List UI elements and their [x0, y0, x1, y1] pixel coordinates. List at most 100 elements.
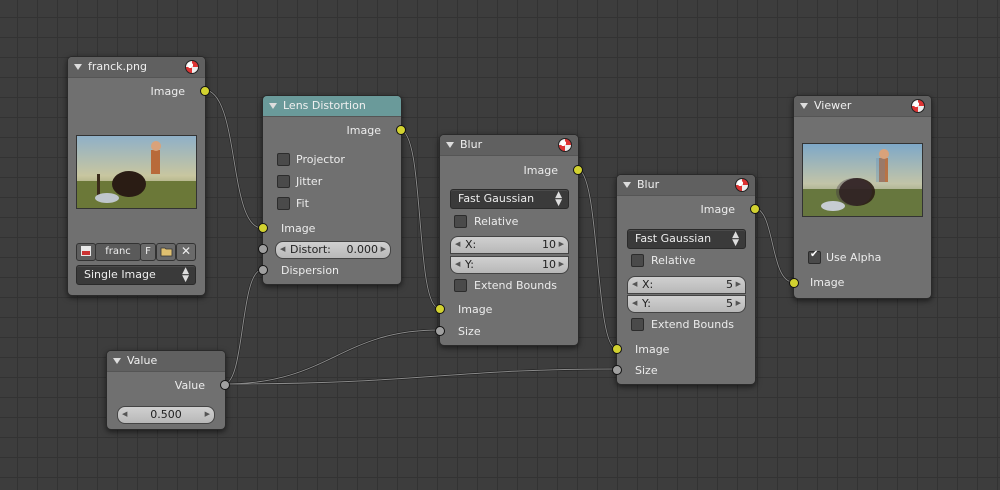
- blur-node-1[interactable]: Blur Image Fast Gaussian ▲ ▼ Relative ◀ X…: [435, 134, 583, 346]
- blur2-output-label: Image: [700, 203, 735, 216]
- value-field[interactable]: ◀ 0.500 ▶: [117, 406, 215, 424]
- blur2-node-title: Blur: [637, 178, 660, 191]
- lens-distortion-node[interactable]: Lens Distortion Image Projector Jitter F…: [258, 95, 406, 285]
- blur2-filter-dropdown[interactable]: Fast Gaussian ▲ ▼: [627, 229, 746, 249]
- image-node-header[interactable]: franck.png: [68, 57, 205, 78]
- increment-arrow-icon[interactable]: ▶: [736, 299, 741, 307]
- blur2-y-label: Y:: [642, 297, 651, 310]
- link-lens-to-blur1: [399, 128, 440, 310]
- increment-arrow-icon[interactable]: ▶: [205, 410, 210, 418]
- value-node[interactable]: Value Value ◀ 0.500 ▶: [106, 350, 230, 430]
- viewer-node[interactable]: Viewer Use Alpha Image: [789, 95, 932, 299]
- blur1-y-label: Y:: [465, 258, 474, 271]
- decrement-arrow-icon[interactable]: ◀: [455, 260, 460, 268]
- lens-output-label: Image: [346, 124, 381, 137]
- decrement-arrow-icon[interactable]: ◀: [455, 240, 460, 248]
- collapse-triangle-icon[interactable]: [113, 358, 121, 364]
- fake-user-button[interactable]: F: [140, 243, 156, 261]
- fit-checkbox[interactable]: [277, 197, 290, 210]
- blur1-image-input-socket[interactable]: [435, 304, 445, 314]
- increment-arrow-icon[interactable]: ▶: [736, 280, 741, 288]
- blur2-output-socket[interactable]: [750, 204, 760, 214]
- blur2-node-header[interactable]: Blur: [617, 175, 755, 196]
- blur1-x-field[interactable]: ◀ X: 10 ▶: [450, 236, 569, 254]
- image-node[interactable]: franck.png Image franc F ✕ Single Image …: [67, 56, 210, 296]
- increment-arrow-icon[interactable]: ▶: [381, 245, 386, 253]
- value-node-header[interactable]: Value: [107, 351, 225, 372]
- image-filename-field[interactable]: franc: [95, 243, 141, 261]
- link-value-to-blur2-size: [223, 367, 617, 386]
- value-number: 0.500: [150, 408, 182, 421]
- image-preview-thumbnail: [76, 135, 197, 209]
- preview-toggle-icon[interactable]: [558, 138, 572, 152]
- distort-label: Distort:: [290, 243, 331, 256]
- open-image-button[interactable]: [156, 243, 176, 261]
- blur2-x-field[interactable]: ◀ X: 5 ▶: [627, 276, 746, 294]
- collapse-triangle-icon[interactable]: [446, 142, 454, 148]
- preview-toggle-icon[interactable]: [185, 60, 199, 74]
- image-browse-icon[interactable]: [76, 243, 96, 261]
- unlink-image-button[interactable]: ✕: [176, 243, 196, 261]
- blur1-relative-checkbox[interactable]: [454, 215, 467, 228]
- blur1-extend-bounds-checkbox[interactable]: [454, 279, 467, 292]
- increment-arrow-icon[interactable]: ▶: [559, 260, 564, 268]
- projector-checkbox[interactable]: [277, 153, 290, 166]
- folder-icon: [160, 247, 172, 257]
- blur1-image-input-label: Image: [458, 303, 493, 316]
- lens-node-header[interactable]: Lens Distortion: [263, 96, 401, 117]
- collapse-triangle-icon[interactable]: [74, 64, 82, 70]
- blur1-size-label: Size: [458, 325, 481, 338]
- blur1-filter-dropdown[interactable]: Fast Gaussian ▲ ▼: [450, 189, 569, 209]
- blur2-relative-checkbox[interactable]: [631, 254, 644, 267]
- blur2-size-input-socket[interactable]: [612, 365, 622, 375]
- blur2-image-input-socket[interactable]: [612, 344, 622, 354]
- viewer-image-input-socket[interactable]: [789, 278, 799, 288]
- blur1-y-field[interactable]: ◀ Y: 10 ▶: [450, 256, 569, 274]
- jitter-label: Jitter: [296, 175, 323, 188]
- updown-arrow-icon: ▲ ▼: [732, 230, 739, 248]
- distort-input-socket[interactable]: [258, 244, 268, 254]
- jitter-checkbox[interactable]: [277, 175, 290, 188]
- dispersion-input-socket[interactable]: [258, 265, 268, 275]
- blur-node-2[interactable]: Blur Image Fast Gaussian ▲ ▼ Relative ◀ X…: [612, 174, 760, 385]
- lens-node-title: Lens Distortion: [283, 99, 366, 112]
- image-output-label: Image: [150, 85, 185, 98]
- blur1-node-header[interactable]: Blur: [440, 135, 578, 156]
- distort-field[interactable]: ◀ Distort: 0.000 ▶: [275, 241, 391, 259]
- blur1-extend-bounds-label: Extend Bounds: [474, 279, 557, 292]
- projector-label: Projector: [296, 153, 345, 166]
- fit-label: Fit: [296, 197, 309, 210]
- blur1-output-socket[interactable]: [573, 165, 583, 175]
- blur2-extend-bounds-checkbox[interactable]: [631, 318, 644, 331]
- blur1-x-value: 10: [542, 238, 556, 251]
- image-source-dropdown[interactable]: Single Image ▲ ▼: [76, 265, 196, 285]
- decrement-arrow-icon[interactable]: ◀: [632, 280, 637, 288]
- blur2-y-field[interactable]: ◀ Y: 5 ▶: [627, 295, 746, 313]
- viewer-node-header[interactable]: Viewer: [794, 96, 931, 117]
- value-output-socket[interactable]: [220, 380, 230, 390]
- blur2-filter-value: Fast Gaussian: [635, 232, 712, 245]
- blur1-relative-label: Relative: [474, 215, 519, 228]
- lens-output-socket[interactable]: [396, 125, 406, 135]
- lens-image-input-socket[interactable]: [258, 223, 268, 233]
- decrement-arrow-icon[interactable]: ◀: [280, 245, 285, 253]
- blur2-image-input-label: Image: [635, 343, 670, 356]
- blur2-y-value: 5: [726, 297, 733, 310]
- preview-toggle-icon[interactable]: [735, 178, 749, 192]
- blur1-output-label: Image: [523, 164, 558, 177]
- link-value-to-dispersion: [223, 268, 263, 386]
- collapse-triangle-icon[interactable]: [623, 182, 631, 188]
- value-output-label: Value: [174, 379, 205, 392]
- fake-user-label: F: [145, 246, 151, 257]
- collapse-triangle-icon[interactable]: [800, 103, 808, 109]
- decrement-arrow-icon[interactable]: ◀: [632, 299, 637, 307]
- lens-image-input-label: Image: [281, 222, 316, 235]
- use-alpha-checkbox[interactable]: [808, 249, 821, 264]
- increment-arrow-icon[interactable]: ▶: [559, 240, 564, 248]
- image-output-socket[interactable]: [200, 86, 210, 96]
- image-source-value: Single Image: [84, 268, 156, 281]
- blur2-extend-bounds-label: Extend Bounds: [651, 318, 734, 331]
- preview-toggle-icon[interactable]: [911, 99, 925, 113]
- collapse-triangle-icon[interactable]: [269, 103, 277, 109]
- blur1-size-input-socket[interactable]: [435, 326, 445, 336]
